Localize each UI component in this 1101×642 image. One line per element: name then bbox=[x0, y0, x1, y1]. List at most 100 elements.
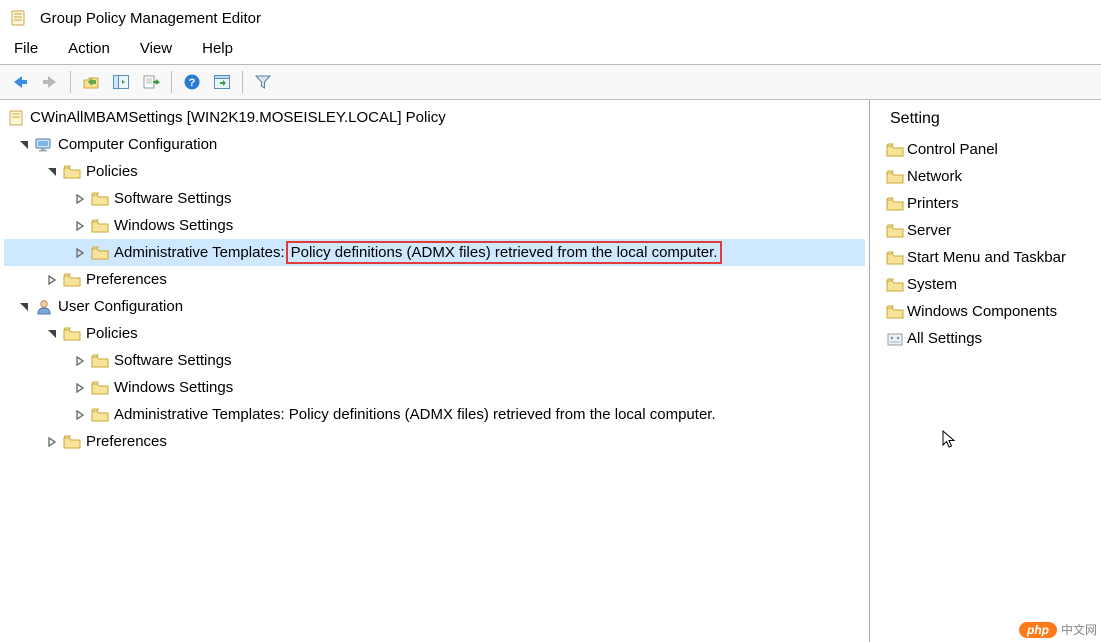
tree-label: Preferences bbox=[86, 433, 167, 450]
menu-help[interactable]: Help bbox=[198, 38, 237, 58]
watermark: php 中文网 bbox=[1019, 621, 1097, 638]
settings-icon bbox=[886, 331, 904, 347]
folder-icon bbox=[90, 243, 110, 263]
export-button[interactable] bbox=[137, 68, 165, 96]
user-icon bbox=[34, 297, 54, 317]
folder-icon bbox=[886, 223, 904, 239]
window-title: Group Policy Management Editor bbox=[40, 10, 261, 27]
folder-icon bbox=[62, 432, 82, 452]
toolbar: ? bbox=[0, 64, 1101, 100]
computer-icon bbox=[34, 135, 54, 155]
expand-icon[interactable] bbox=[44, 326, 60, 342]
setting-label: Control Panel bbox=[907, 141, 998, 158]
watermark-badge: php bbox=[1019, 622, 1057, 638]
setting-label: All Settings bbox=[907, 330, 982, 347]
tree-root-label: CWinAllMBAMSettings [WIN2K19.MOSEISLEY.L… bbox=[30, 109, 446, 126]
tree-windows-settings-computer[interactable]: Windows Settings bbox=[4, 212, 865, 239]
collapse-icon[interactable] bbox=[72, 191, 88, 207]
folder-icon bbox=[886, 277, 904, 293]
folder-icon bbox=[886, 142, 904, 158]
expand-icon[interactable] bbox=[16, 137, 32, 153]
folder-icon bbox=[886, 196, 904, 212]
folder-icon bbox=[62, 270, 82, 290]
menubar: File Action View Help bbox=[0, 36, 1101, 64]
tree-label: Software Settings bbox=[114, 352, 232, 369]
collapse-icon[interactable] bbox=[72, 218, 88, 234]
menu-action[interactable]: Action bbox=[64, 38, 114, 58]
tree-admin-templates-computer[interactable]: Administrative Templates: Policy definit… bbox=[4, 239, 865, 266]
tree-preferences-computer[interactable]: Preferences bbox=[4, 266, 865, 293]
filter-button[interactable] bbox=[249, 68, 277, 96]
collapse-icon[interactable] bbox=[72, 380, 88, 396]
setting-control-panel[interactable]: Control Panel bbox=[870, 136, 1101, 163]
tree-label: User Configuration bbox=[58, 298, 183, 315]
setting-start-menu-taskbar[interactable]: Start Menu and Taskbar bbox=[870, 244, 1101, 271]
cursor-icon bbox=[942, 430, 958, 453]
folder-icon bbox=[886, 250, 904, 266]
tree-pane[interactable]: CWinAllMBAMSettings [WIN2K19.MOSEISLEY.L… bbox=[0, 100, 870, 642]
collapse-icon[interactable] bbox=[72, 245, 88, 261]
tree-windows-settings-user[interactable]: Windows Settings bbox=[4, 374, 865, 401]
setting-all-settings[interactable]: All Settings bbox=[870, 325, 1101, 352]
forward-button[interactable] bbox=[36, 68, 64, 96]
folder-icon bbox=[62, 324, 82, 344]
expand-icon[interactable] bbox=[44, 164, 60, 180]
tree-admin-templates-user[interactable]: Administrative Templates: Policy definit… bbox=[4, 401, 865, 428]
tree-software-settings-computer[interactable]: Software Settings bbox=[4, 185, 865, 212]
settings-header[interactable]: Setting bbox=[870, 104, 1101, 136]
watermark-text: 中文网 bbox=[1061, 621, 1097, 638]
toolbar-separator bbox=[242, 71, 243, 93]
highlighted-text: Policy definitions (ADMX files) retrieve… bbox=[286, 241, 723, 264]
up-button[interactable] bbox=[77, 68, 105, 96]
folder-icon bbox=[886, 169, 904, 185]
tree-policies-user[interactable]: Policies bbox=[4, 320, 865, 347]
tree-root[interactable]: CWinAllMBAMSettings [WIN2K19.MOSEISLEY.L… bbox=[4, 104, 865, 131]
settings-pane[interactable]: Setting Control Panel Network Printers S… bbox=[870, 100, 1101, 642]
folder-icon bbox=[90, 189, 110, 209]
folder-icon bbox=[90, 405, 110, 425]
folder-icon bbox=[90, 378, 110, 398]
collapse-icon[interactable] bbox=[72, 353, 88, 369]
help-button[interactable]: ? bbox=[178, 68, 206, 96]
tree-computer-configuration[interactable]: Computer Configuration bbox=[4, 131, 865, 158]
tree-label: Administrative Templates: Policy definit… bbox=[114, 406, 716, 423]
collapse-icon[interactable] bbox=[72, 407, 88, 423]
tree-label: Computer Configuration bbox=[58, 136, 217, 153]
tree-software-settings-user[interactable]: Software Settings bbox=[4, 347, 865, 374]
app-icon bbox=[8, 8, 28, 28]
menu-view[interactable]: View bbox=[136, 38, 176, 58]
folder-icon bbox=[90, 216, 110, 236]
menu-file[interactable]: File bbox=[10, 38, 42, 58]
properties-button[interactable] bbox=[208, 68, 236, 96]
setting-system[interactable]: System bbox=[870, 271, 1101, 298]
setting-printers[interactable]: Printers bbox=[870, 190, 1101, 217]
tree-label: Windows Settings bbox=[114, 217, 233, 234]
toolbar-separator bbox=[171, 71, 172, 93]
setting-windows-components[interactable]: Windows Components bbox=[870, 298, 1101, 325]
collapse-icon[interactable] bbox=[44, 272, 60, 288]
tree-policies-computer[interactable]: Policies bbox=[4, 158, 865, 185]
show-hide-tree-button[interactable] bbox=[107, 68, 135, 96]
setting-label: System bbox=[907, 276, 957, 293]
tree-label: Policies bbox=[86, 163, 138, 180]
setting-label: Windows Components bbox=[907, 303, 1057, 320]
setting-label: Network bbox=[907, 168, 962, 185]
folder-icon bbox=[886, 304, 904, 320]
setting-server[interactable]: Server bbox=[870, 217, 1101, 244]
tree-label-prefix: Administrative Templates: bbox=[114, 244, 285, 261]
tree-label: Policies bbox=[86, 325, 138, 342]
tree-user-configuration[interactable]: User Configuration bbox=[4, 293, 865, 320]
tree-preferences-user[interactable]: Preferences bbox=[4, 428, 865, 455]
expand-icon[interactable] bbox=[16, 299, 32, 315]
folder-icon bbox=[62, 162, 82, 182]
settings-list: Control Panel Network Printers Server St… bbox=[870, 136, 1101, 352]
back-button[interactable] bbox=[6, 68, 34, 96]
tree-label: Preferences bbox=[86, 271, 167, 288]
tree-label: Software Settings bbox=[114, 190, 232, 207]
toolbar-separator bbox=[70, 71, 71, 93]
tree-label: Windows Settings bbox=[114, 379, 233, 396]
setting-label: Server bbox=[907, 222, 951, 239]
setting-label: Start Menu and Taskbar bbox=[907, 249, 1066, 266]
collapse-icon[interactable] bbox=[44, 434, 60, 450]
setting-network[interactable]: Network bbox=[870, 163, 1101, 190]
